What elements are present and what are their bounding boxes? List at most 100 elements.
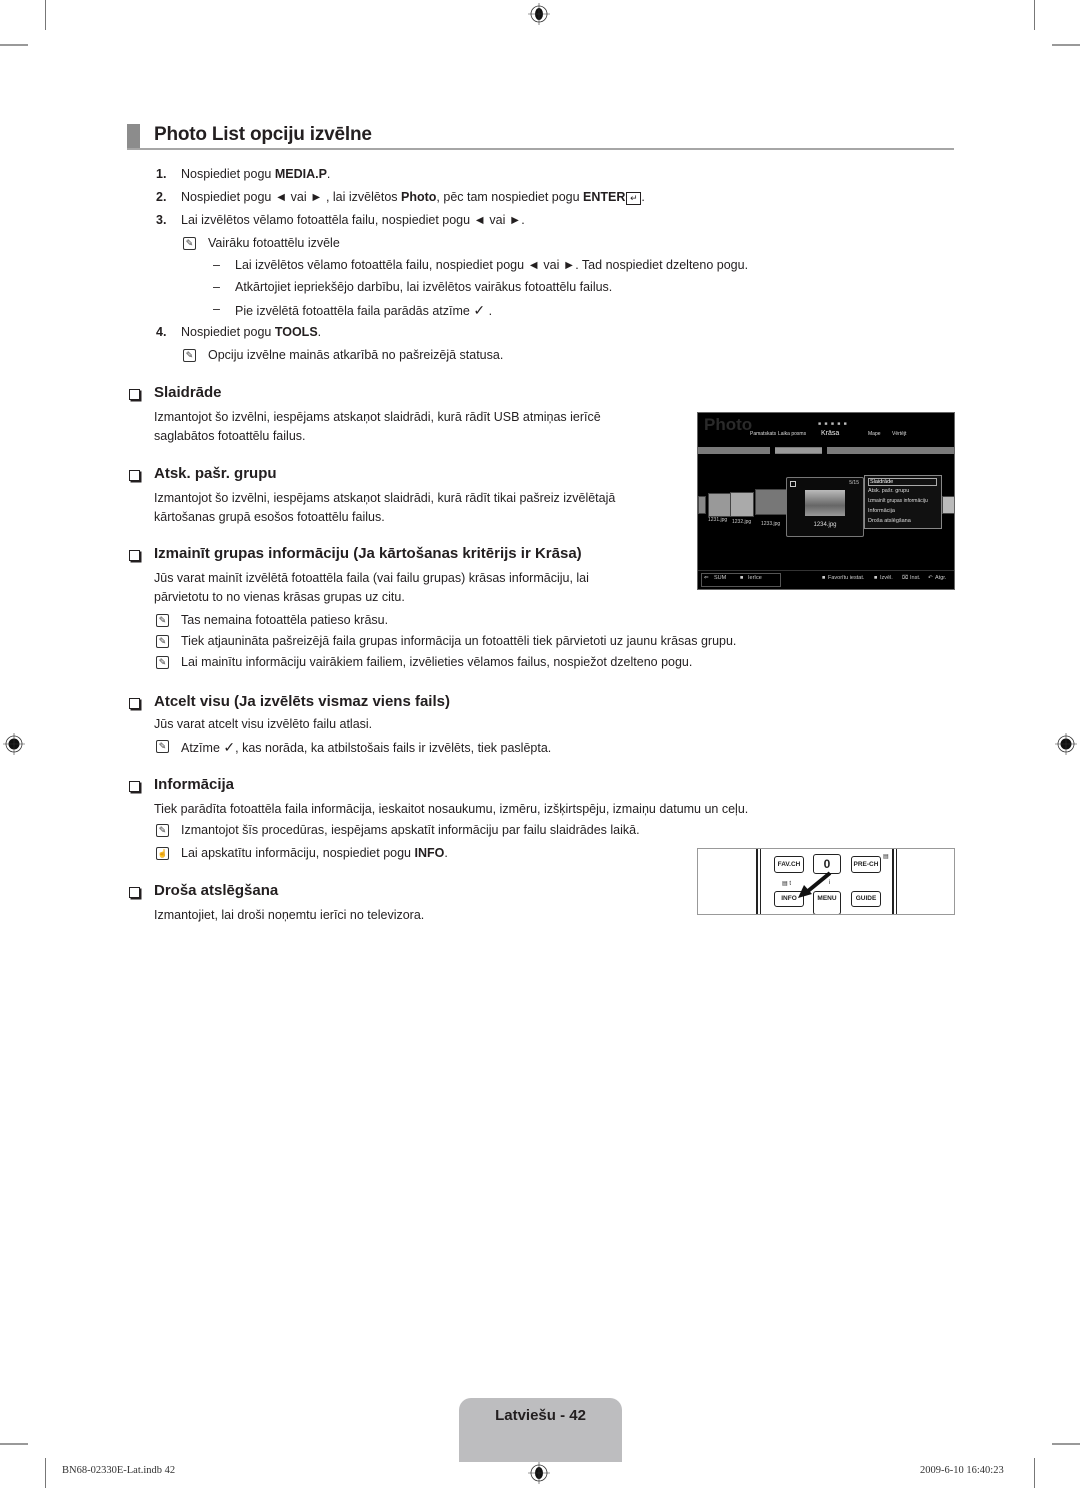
thumbnail-filename: 1232.jpg <box>732 519 752 525</box>
file-slug: BN68-02330E-Lat.indb 42 <box>62 1465 176 1476</box>
thumbnail-filename: 1231.jpg <box>708 517 728 523</box>
step-number: 3. <box>156 213 167 227</box>
subtitle-icon: ▤ <box>883 854 889 860</box>
section-text: saglabātos fotoattēlu failus. <box>154 429 306 443</box>
registration-mark-icon <box>528 3 550 25</box>
step-text: . <box>641 190 645 204</box>
button-name: ENTER <box>583 190 626 204</box>
crop-mark <box>45 0 46 30</box>
usb-icon: ⇐ <box>704 575 709 581</box>
note-text: Atzīme ✓, kas norāda, ka atbilstošais fa… <box>181 739 551 756</box>
page-title: Photo List opciju izvēlne <box>154 124 372 145</box>
section-heading: Izmainīt grupas informāciju (Ja kārtošan… <box>154 545 582 562</box>
crop-mark <box>1034 1458 1035 1488</box>
dash-text: Pie izvēlētā fotoattēla faila parādās at… <box>235 304 470 318</box>
tools-menu: Slaidrāde Atsk. pašr. grupu Izmainīt gru… <box>864 475 942 529</box>
step-number: 1. <box>156 167 167 181</box>
pointer-arrow-icon <box>798 871 832 898</box>
step-text: . <box>326 167 331 181</box>
registration-mark-icon <box>3 733 25 755</box>
section-text: Izmantojiet, lai droši noņemtu ierīci no… <box>154 908 425 922</box>
registration-mark-icon <box>528 1462 550 1484</box>
title-underline <box>127 148 954 150</box>
footer-hint: Inst. <box>910 575 921 581</box>
tools-menu-item: Informācija <box>868 508 895 514</box>
note-icon: ✎ <box>156 614 169 627</box>
photo-counter: 5/15 <box>849 480 859 486</box>
tools-icon: ⌧ <box>902 575 909 581</box>
checkbox-bullet-icon <box>129 887 140 898</box>
dash-bullet: – <box>213 302 220 316</box>
remote-edge <box>896 849 897 914</box>
button-name: MEDIA.P <box>274 167 327 181</box>
footer-hint: Favorītu iestat. <box>828 575 865 581</box>
tv-tab: Pamatskats <box>750 431 777 437</box>
button-name: INFO <box>414 846 445 860</box>
step-number: 4. <box>156 325 167 339</box>
footer-hint: Izvēl. <box>880 575 893 581</box>
photo-preview-image <box>805 490 845 516</box>
photo-preview-card: 5/15 1234.jpg <box>786 477 864 537</box>
section-text: Tiek parādīta fotoattēla faila informāci… <box>154 802 749 816</box>
section-text: kārtošanas grupā esošos fotoattēlu failu… <box>154 510 385 524</box>
page-number: Latviešu - 42 <box>495 1407 586 1424</box>
device-label: Ierīce <box>748 575 762 581</box>
registration-mark-icon <box>1055 733 1077 755</box>
note-icon: ✎ <box>156 656 169 669</box>
photo-thumbnail <box>730 492 754 517</box>
note-text-part: , kas norāda, ka atbilstošais fails ir i… <box>235 741 552 755</box>
date-slug: 2009-6-10 16:40:23 <box>920 1465 1004 1476</box>
section-heading: Droša atslēgšana <box>154 882 279 899</box>
note-icon: ✎ <box>156 635 169 648</box>
page-indicator-dots: ■ ■ ■ ■ ■ <box>818 421 848 427</box>
section-text: Jūs varat mainīt izvēlētā fotoattēla fai… <box>154 571 589 585</box>
checkbox-bullet-icon <box>129 389 140 400</box>
tv-tab: Laika posms <box>778 431 807 437</box>
remote-edge <box>760 849 761 914</box>
note-text: Tiek atjaunināta pašreizējā faila grupas… <box>181 634 737 648</box>
note-text: Lai apskatītu informāciju, nospiediet po… <box>181 846 448 860</box>
tv-screenshot: Photo ■ ■ ■ ■ ■ Pamatskats Laika posms K… <box>697 412 955 590</box>
section-text: Izmantojot šo izvēlni, iespējams atskaņo… <box>154 491 616 505</box>
checkbox-bullet-icon <box>129 698 140 709</box>
square-icon: ■ <box>740 575 744 581</box>
page-number-tab: Latviešu - 42 <box>459 1398 622 1462</box>
photo-thumbnail <box>698 496 706 514</box>
thumbnail-filename: 1233.jpg <box>761 521 781 527</box>
note-text: Vairāku fotoattēlu izvēle <box>208 236 340 250</box>
note-text-part: Lai apskatītu informāciju, nospiediet po… <box>181 846 415 860</box>
timeline-range <box>775 448 822 453</box>
tv-screen-title: Photo <box>704 415 753 434</box>
title-marker <box>127 124 140 150</box>
section-text: Izmantojot šo izvēlni, iespējams atskaņo… <box>154 410 601 424</box>
step-text: Nospiediet pogu ◄ vai ► , lai izvēlētos <box>181 190 401 204</box>
crop-mark <box>0 44 28 46</box>
timeline-marker <box>822 447 827 454</box>
enter-icon: ↵ <box>626 192 642 205</box>
step-text: . <box>317 325 322 339</box>
step-text: , pēc tam nospiediet pogu <box>436 190 584 204</box>
section-text: pārvietotu to no vienas krāsas grupas uz… <box>154 590 405 604</box>
note-icon: ✎ <box>156 740 169 753</box>
section-title-bar: Photo List opciju izvēlne <box>127 124 954 150</box>
footer-hint: Atgr. <box>935 575 947 581</box>
select-checkbox <box>790 481 796 487</box>
section-heading: Slaidrāde <box>154 384 222 401</box>
dash-item: Lai izvēlētos vēlamo fotoattēla failu, n… <box>235 258 749 272</box>
pre-ch-button: PRE-CH <box>851 856 881 873</box>
note-text-part: Atzīme <box>181 741 220 755</box>
photo-thumbnail <box>755 489 787 515</box>
step-text: Nospiediet pogu <box>181 167 275 181</box>
dash-item: Pie izvēlētā fotoattēla faila parādās at… <box>235 302 492 319</box>
checkmark-icon: ✓ <box>223 739 236 755</box>
menu-name: Photo <box>401 190 437 204</box>
crop-mark <box>1052 1443 1080 1445</box>
section-heading: Atsk. pašr. grupu <box>154 465 277 482</box>
tools-menu-item: Atsk. pašr. grupu <box>868 488 910 494</box>
square-icon: ■ <box>874 575 878 581</box>
note-text-part: . <box>444 846 448 860</box>
dash-text: . <box>488 304 493 318</box>
photo-thumbnail <box>708 493 732 517</box>
timeline-marker <box>770 447 775 454</box>
dash-bullet: – <box>213 258 220 272</box>
